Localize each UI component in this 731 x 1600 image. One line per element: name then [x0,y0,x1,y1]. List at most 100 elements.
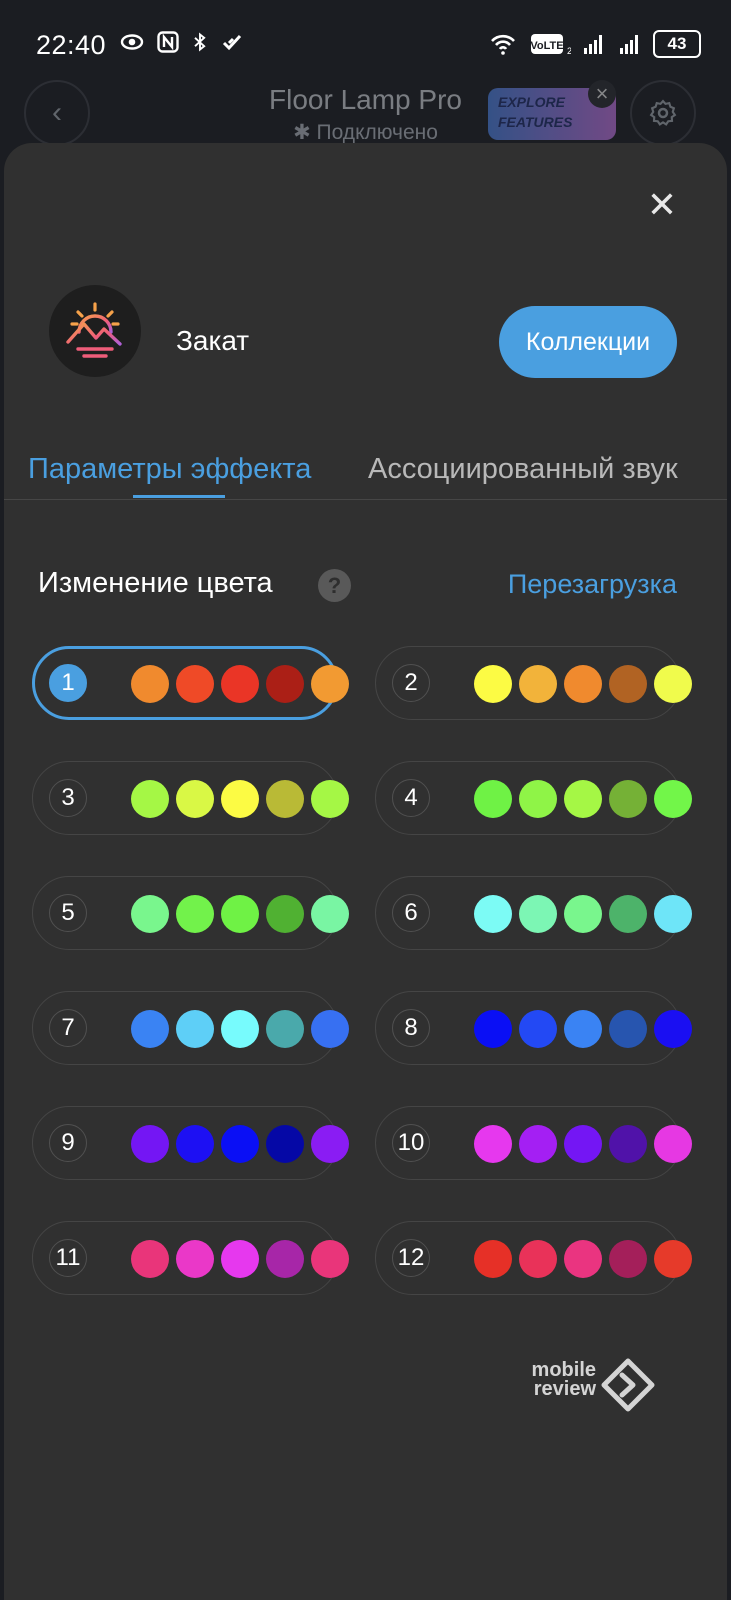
color-swatch [311,895,349,933]
color-swatch [609,1010,647,1048]
color-swatch [564,780,602,818]
signal-icon [584,35,602,54]
palette-option-2[interactable]: 2 [375,646,692,720]
color-swatch [474,780,512,818]
color-swatch [519,1125,557,1163]
palette-number: 1 [49,664,87,702]
color-swatch [221,1010,259,1048]
color-swatch [131,1240,169,1278]
close-icon: × [595,81,609,106]
gear-icon [649,99,677,126]
color-swatch [131,1010,169,1048]
status-icons-right: VoLTE 2 43 [487,30,701,58]
color-swatch [311,1125,349,1163]
palette-option-5[interactable]: 5 [32,876,349,950]
logo-text: mobile review [514,1360,596,1400]
device-title: Floor Lamp Pro [269,84,462,115]
palette-number: 10 [392,1124,430,1162]
bluetooth-icon: ✱ [293,121,317,144]
color-swatch [221,1240,259,1278]
palette-option-10[interactable]: 10 [375,1106,692,1180]
status-bar: 22:40 VoLTE 2 43 [0,0,731,88]
color-swatch [266,780,304,818]
color-swatch [131,1125,169,1163]
palette-option-8[interactable]: 8 [375,991,692,1065]
color-swatch [311,665,349,703]
color-swatch [311,780,349,818]
color-swatch [131,665,169,703]
color-swatch [654,665,692,703]
palette-option-6[interactable]: 6 [375,876,692,950]
color-swatch [474,1240,512,1278]
palette-option-3[interactable]: 3 [32,761,349,835]
color-swatch [221,780,259,818]
palette-number: 12 [392,1239,430,1277]
bluetooth-icon [194,32,206,52]
color-swatch [654,895,692,933]
palette-option-7[interactable]: 7 [32,991,349,1065]
tab-associated-sound[interactable]: Ассоциированный звук [368,453,678,486]
color-swatch [131,780,169,818]
color-swatch [176,1125,214,1163]
palette-option-1[interactable]: 1 [32,646,349,720]
color-swatch [176,895,214,933]
sunset-icon [49,285,141,377]
color-swatch [266,1125,304,1163]
nfc-icon [157,31,179,53]
color-swatch [221,1125,259,1163]
color-swatch [266,1240,304,1278]
logo-line2: review [533,1378,596,1400]
palette-number: 11 [49,1239,87,1277]
effect-bottom-sheet: ✕ Закат Коллекции Параметры эффекта Ассо… [4,143,727,1600]
palette-option-9[interactable]: 9 [32,1106,349,1180]
palette-option-12[interactable]: 12 [375,1221,692,1295]
connection-status: ✱ Подключено [0,120,731,145]
tab-effect-parameters[interactable]: Параметры эффекта [28,453,311,486]
settings-button[interactable] [630,80,696,146]
svg-text:VoLTE: VoLTE [530,40,563,52]
color-swatch [609,1125,647,1163]
palette-number: 7 [49,1009,87,1047]
color-swatch [519,1010,557,1048]
palette-number: 8 [392,1009,430,1047]
logo-mark-icon [601,1358,655,1412]
color-swatch [311,1240,349,1278]
explore-line2: FEATURES [498,114,573,130]
wifi-icon [491,34,515,55]
svg-text:2: 2 [567,46,571,56]
palette-number: 2 [392,664,430,702]
color-swatch [654,780,692,818]
color-swatch [654,1240,692,1278]
banner-close-button[interactable]: × [588,80,616,108]
color-swatch [176,1010,214,1048]
palette-option-4[interactable]: 4 [375,761,692,835]
color-swatch [564,1010,602,1048]
color-swatch [564,1240,602,1278]
color-swatch [564,665,602,703]
color-swatch [519,895,557,933]
mobile-review-logo: mobile review [514,1355,664,1415]
color-swatch [609,895,647,933]
color-swatch [564,895,602,933]
color-swatch [131,895,169,933]
color-swatch [176,665,214,703]
color-swatch [176,1240,214,1278]
help-icon[interactable]: ? [318,569,351,602]
palette-number: 3 [49,779,87,817]
palette-number: 6 [392,894,430,932]
reset-button[interactable]: Перезагрузка [508,569,677,600]
palette-option-11[interactable]: 11 [32,1221,349,1295]
connection-status-label: Подключено [316,121,438,144]
color-swatch [609,665,647,703]
palette-number: 4 [392,779,430,817]
effect-name: Закат [176,325,250,356]
color-swatch [221,895,259,933]
color-swatch [654,1010,692,1048]
close-sheet-button[interactable]: ✕ [644,187,680,223]
tab-bar: Параметры эффекта Ассоциированный звук [4,443,727,500]
clock: 22:40 [36,30,107,60]
eye-icon [120,34,144,50]
color-swatch [519,1240,557,1278]
sunset-glyph [66,302,122,358]
collections-button[interactable]: Коллекции [499,306,677,378]
